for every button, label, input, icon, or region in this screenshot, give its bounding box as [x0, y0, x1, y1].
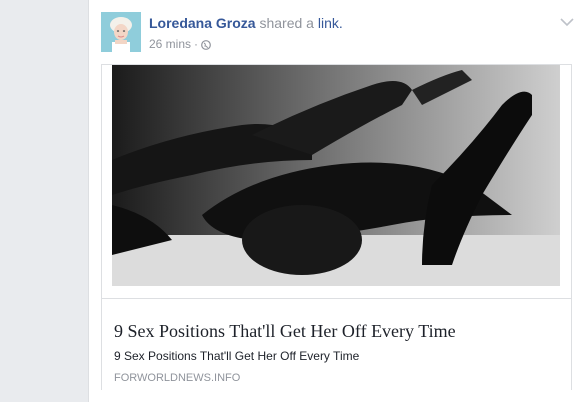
chevron-down-icon[interactable] — [560, 14, 574, 27]
link-preview[interactable]: 9 Sex Positions That'll Get Her Off Ever… — [101, 64, 572, 391]
post-card: Loredana Groza shared a link. 26 mins · — [88, 0, 584, 402]
link-text[interactable]: link. — [318, 15, 343, 31]
action-text: shared a — [259, 15, 314, 31]
preview-title[interactable]: 9 Sex Positions That'll Get Her Off Ever… — [114, 321, 456, 342]
post-header: Loredana Groza shared a link. — [149, 15, 343, 31]
author-name[interactable]: Loredana Groza — [149, 15, 256, 31]
preview-image[interactable] — [112, 65, 560, 286]
timestamp[interactable]: 26 mins — [149, 37, 191, 51]
preview-description: 9 Sex Positions That'll Get Her Off Ever… — [114, 349, 360, 363]
meta-separator: · — [194, 37, 199, 51]
avatar[interactable] — [101, 12, 141, 52]
avatar-image — [101, 12, 141, 52]
post-meta: 26 mins · — [149, 37, 211, 51]
preview-domain: FORWORLDNEWS.INFO — [114, 372, 241, 384]
globe-icon[interactable] — [201, 39, 211, 50]
